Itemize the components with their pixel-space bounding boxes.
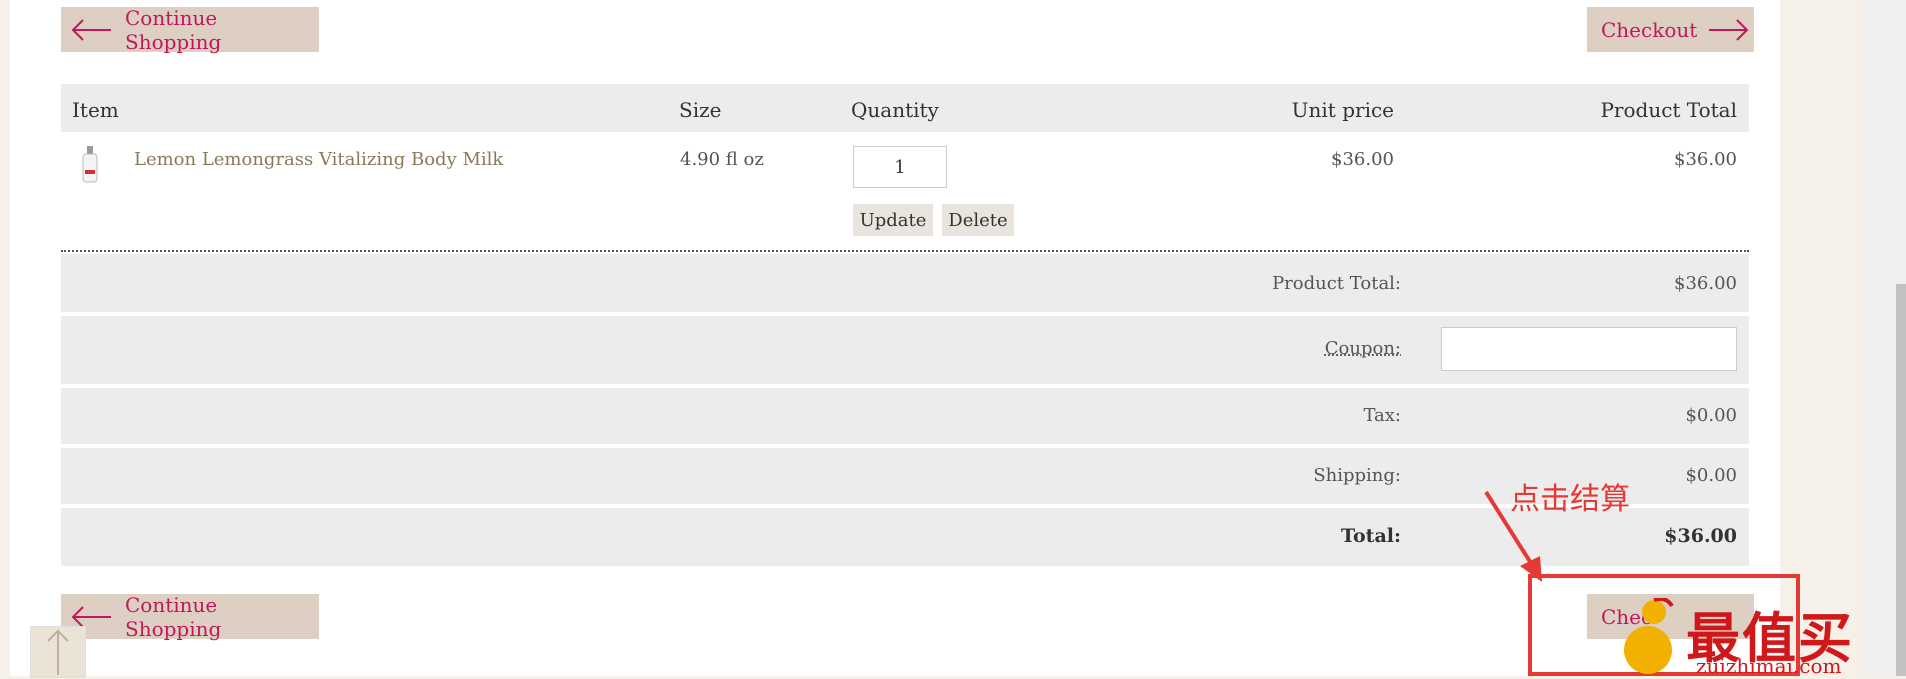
summary-product-total-row: Product Total: $36.00 <box>61 254 1749 312</box>
scroll-to-top-button[interactable] <box>30 626 86 678</box>
arrow-right-icon <box>1707 18 1751 42</box>
header-unit-price: Unit price <box>1291 98 1394 122</box>
product-size: 4.90 fl oz <box>680 149 764 170</box>
coupon-input[interactable] <box>1441 327 1737 371</box>
continue-shopping-button-bottom[interactable]: Continue Shopping <box>61 592 319 641</box>
page-scrollbar[interactable] <box>1862 0 1906 676</box>
arrow-left-icon <box>69 605 113 629</box>
checkout-label: Checkout <box>1601 17 1698 42</box>
annotation-text: 点击结算 <box>1510 482 1630 517</box>
summary-product-total-label: Product Total: <box>1272 273 1401 294</box>
continue-shopping-button-top[interactable]: Continue Shopping <box>61 5 319 54</box>
row-divider <box>61 250 1749 252</box>
tax-label: Tax: <box>1363 405 1401 426</box>
watermark-logo: 最值买 zuizhimai.com <box>1616 594 1906 678</box>
quantity-input[interactable]: 1 <box>853 146 947 188</box>
shipping-value: $0.00 <box>1685 465 1737 486</box>
product-name-link[interactable]: Lemon Lemongrass Vitalizing Body Milk <box>134 149 503 170</box>
coupon-label: Coupon: <box>1324 338 1401 359</box>
delete-button[interactable]: Delete <box>942 204 1014 236</box>
header-item: Item <box>72 98 119 122</box>
total-value: $36.00 <box>1664 525 1737 547</box>
shipping-label: Shipping: <box>1313 465 1401 486</box>
cart-item-row: Lemon Lemongrass Vitalizing Body Milk 4.… <box>61 132 1749 252</box>
total-label: Total: <box>1341 525 1401 547</box>
header-quantity: Quantity <box>851 98 939 122</box>
arrow-left-icon <box>69 18 113 42</box>
watermark-url: zuizhimai.com <box>1696 654 1842 678</box>
unit-price: $36.00 <box>1331 149 1394 170</box>
summary-tax-row: Tax: $0.00 <box>61 388 1749 444</box>
summary-coupon-row: Coupon: <box>61 316 1749 384</box>
line-total: $36.00 <box>1674 149 1737 170</box>
header-size: Size <box>679 98 722 122</box>
product-thumbnail[interactable] <box>81 146 99 188</box>
summary-product-total-value: $36.00 <box>1674 273 1737 294</box>
continue-shopping-label: Continue Shopping <box>125 592 222 641</box>
header-product-total: Product Total <box>1600 98 1737 122</box>
tax-value: $0.00 <box>1685 405 1737 426</box>
checkout-button-top[interactable]: Checkout <box>1587 7 1754 52</box>
update-button[interactable]: Update <box>853 204 933 236</box>
arrow-up-icon <box>43 627 73 679</box>
continue-shopping-label: Continue Shopping <box>125 5 222 54</box>
gourd-icon <box>1624 598 1674 674</box>
cart-table-header: Item Size Quantity Unit price Product To… <box>61 84 1749 132</box>
